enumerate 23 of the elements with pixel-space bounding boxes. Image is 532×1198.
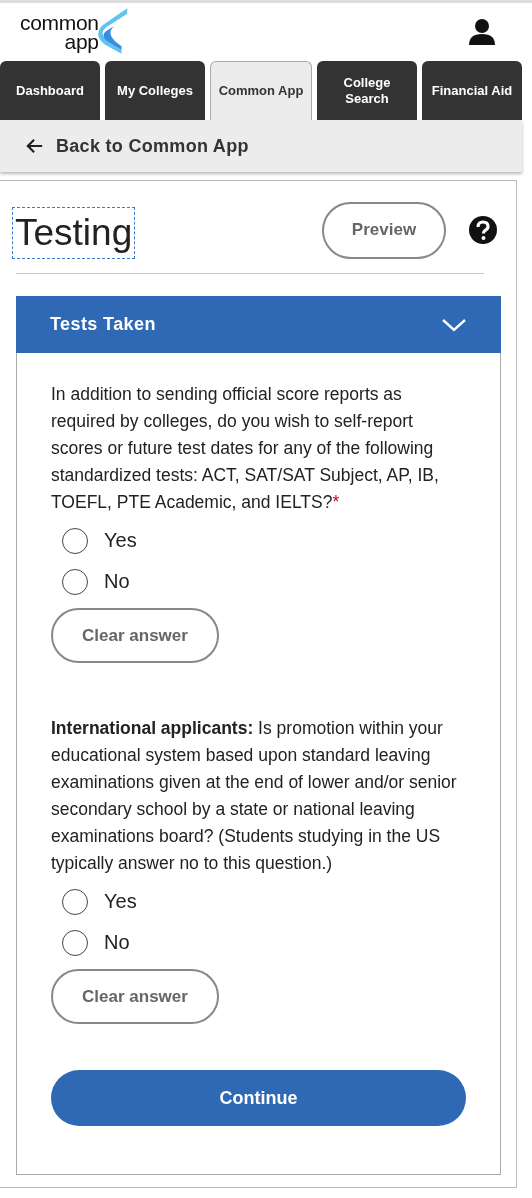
nav-tab[interactable]: My Colleges	[105, 61, 205, 120]
page-title: Testing	[12, 207, 136, 259]
section-header[interactable]: Tests Taken	[16, 296, 501, 353]
chevron-down-icon	[441, 316, 467, 333]
clear-answer-button[interactable]: Clear answer	[51, 969, 219, 1024]
help-icon[interactable]	[468, 215, 498, 245]
preview-button[interactable]: Preview	[322, 201, 446, 259]
arrow-left-icon	[26, 137, 44, 155]
option-label: No	[104, 570, 130, 593]
clear-answer-button[interactable]: Clear answer	[51, 608, 219, 663]
user-icon[interactable]	[468, 18, 496, 46]
option-label: Yes	[104, 890, 137, 913]
back-link[interactable]: Back to Common App	[26, 135, 249, 157]
nav-tab[interactable]: Dashboard	[0, 61, 100, 120]
logo[interactable]: common app	[20, 10, 131, 54]
option-label: Yes	[104, 529, 137, 552]
question-text: International applicants: Is promotion within your educational system based upon standard leaving examinations given at the end of lower and/or senior secondary school by a state or national leaving examinations board? (Students studying in the US typically answer no to this question.)	[51, 717, 458, 875]
nav-tab[interactable]: College Search	[317, 61, 417, 120]
option-label: No	[104, 931, 130, 954]
nav-tab[interactable]: Common App	[210, 61, 312, 120]
nav-tab[interactable]: Financial Aid	[422, 61, 522, 120]
question-text: In addition to sending official score reports as required by colleges, do you wish to self-report scores or future test dates for any of the following standardized tests: ACT, SAT/SAT Subject, AP, IB, TOEFL, PTE Academic, and IELTS?*	[51, 383, 440, 514]
continue-button[interactable]: Continue	[51, 1070, 466, 1126]
